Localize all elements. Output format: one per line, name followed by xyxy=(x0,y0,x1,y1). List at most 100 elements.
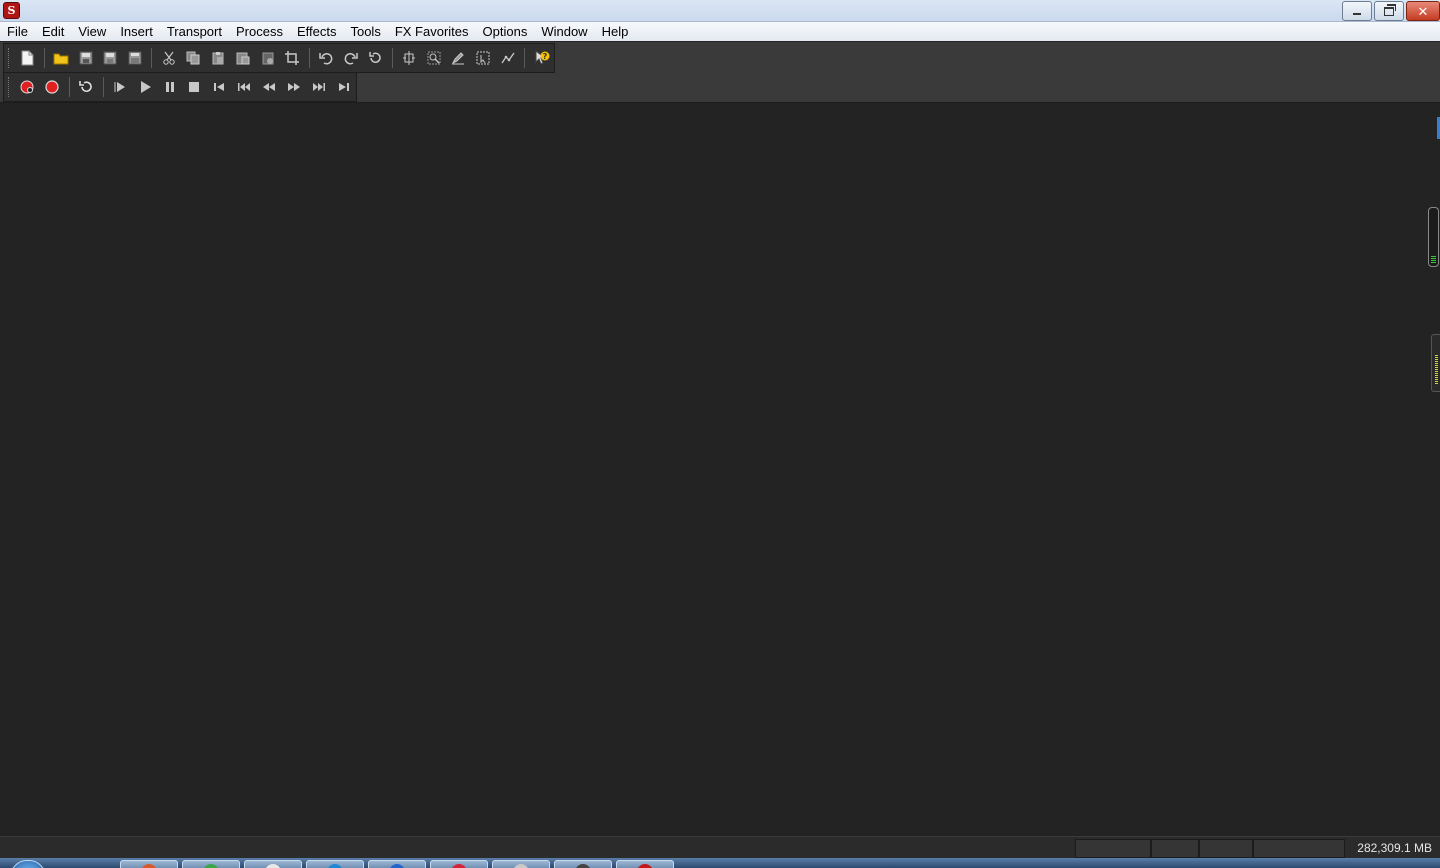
taskbar-app[interactable] xyxy=(368,860,426,868)
menu-help[interactable]: Help xyxy=(595,22,636,41)
play-button[interactable] xyxy=(134,76,156,98)
taskbar-app[interactable] xyxy=(554,860,612,868)
cut-button[interactable] xyxy=(158,47,180,69)
stop-icon xyxy=(187,80,201,94)
record-meter[interactable] xyxy=(1428,207,1439,267)
go-to-end-button[interactable] xyxy=(333,76,355,98)
menu-effects[interactable]: Effects xyxy=(290,22,344,41)
app-icon xyxy=(575,864,591,868)
pencil-tool-button[interactable] xyxy=(448,47,470,69)
taskbar-app[interactable] xyxy=(182,860,240,868)
play-from-cursor-button[interactable] xyxy=(109,76,131,98)
menu-process[interactable]: Process xyxy=(229,22,290,41)
standard-toolbar: ? xyxy=(3,43,555,73)
undo-icon xyxy=(319,51,333,65)
mix-paste-button[interactable] xyxy=(257,47,279,69)
stop-button[interactable] xyxy=(184,76,206,98)
menu-edit[interactable]: Edit xyxy=(35,22,71,41)
menu-file[interactable]: File xyxy=(0,22,35,41)
envelope-tool-icon xyxy=(501,51,515,65)
fast-forward-button[interactable] xyxy=(283,76,305,98)
app-icon xyxy=(389,864,405,868)
save-button[interactable] xyxy=(75,47,97,69)
new-file-button[interactable] xyxy=(16,47,38,69)
taskbar-app[interactable] xyxy=(492,860,550,868)
menu-fx-favorites[interactable]: FX Favorites xyxy=(388,22,476,41)
previous-marker-button[interactable] xyxy=(233,76,255,98)
taskbar-app[interactable] xyxy=(120,860,178,868)
title-bar[interactable]: S ✕ xyxy=(0,0,1440,22)
copy-button[interactable] xyxy=(183,47,205,69)
new-file-icon xyxy=(20,50,34,66)
menu-tools[interactable]: Tools xyxy=(343,22,387,41)
app-logo-icon[interactable]: S xyxy=(3,2,20,19)
status-cell-length xyxy=(1253,839,1345,858)
play-icon xyxy=(138,80,152,94)
taskbar-app[interactable] xyxy=(616,860,674,868)
rewind-button[interactable] xyxy=(258,76,280,98)
go-to-end-icon xyxy=(337,80,351,94)
taskbar-app[interactable] xyxy=(430,860,488,868)
menu-window[interactable]: Window xyxy=(534,22,594,41)
whats-this-help-icon: ? xyxy=(534,50,550,66)
edit-tool-icon xyxy=(402,51,416,65)
minimize-icon xyxy=(1353,13,1361,15)
status-cell-sample-rate xyxy=(1075,839,1151,858)
go-to-start-icon xyxy=(212,80,226,94)
envelope-tool-button[interactable] xyxy=(497,47,519,69)
status-cell-bit-depth xyxy=(1151,839,1199,858)
close-button[interactable]: ✕ xyxy=(1406,1,1440,21)
workspace[interactable] xyxy=(0,103,1440,835)
magnify-tool-button[interactable] xyxy=(423,47,445,69)
paste-special-icon xyxy=(236,51,250,65)
toolbar-separator xyxy=(308,48,310,68)
restore-button[interactable] xyxy=(1374,1,1404,21)
magnify-tool-icon xyxy=(427,51,441,65)
toolbar-grip[interactable] xyxy=(8,77,12,97)
redo-button[interactable] xyxy=(340,47,362,69)
paste-button[interactable] xyxy=(207,47,229,69)
select-tool-button[interactable] xyxy=(472,47,494,69)
taskbar-app[interactable] xyxy=(244,860,302,868)
next-marker-button[interactable] xyxy=(308,76,330,98)
edit-tool-button[interactable] xyxy=(398,47,420,69)
toolbar-grip[interactable] xyxy=(8,48,12,68)
play-meter[interactable] xyxy=(1431,334,1440,392)
record-button[interactable] xyxy=(41,76,63,98)
menu-options[interactable]: Options xyxy=(476,22,535,41)
toolbar-separator xyxy=(102,77,104,97)
minimize-button[interactable] xyxy=(1342,1,1372,21)
toolbar-separator xyxy=(68,77,70,97)
pause-button[interactable] xyxy=(159,76,181,98)
undo-button[interactable] xyxy=(315,47,337,69)
transport-toolbar xyxy=(3,72,357,102)
paste-special-button[interactable] xyxy=(232,47,254,69)
whats-this-help-button[interactable]: ? xyxy=(531,47,553,69)
menu-transport[interactable]: Transport xyxy=(160,22,229,41)
save-all-button[interactable] xyxy=(124,47,146,69)
start-button[interactable] xyxy=(10,860,46,868)
toolbar-separator xyxy=(43,48,45,68)
save-as-button[interactable] xyxy=(100,47,122,69)
open-folder-button[interactable] xyxy=(50,47,72,69)
go-to-start-button[interactable] xyxy=(208,76,230,98)
save-as-icon xyxy=(103,51,117,65)
open-folder-icon xyxy=(53,51,69,65)
menu-insert[interactable]: Insert xyxy=(113,22,160,41)
menu-view[interactable]: View xyxy=(71,22,113,41)
loop-button[interactable] xyxy=(75,76,97,98)
toolbar-separator xyxy=(391,48,393,68)
crop-button[interactable] xyxy=(281,47,303,69)
mix-paste-icon xyxy=(261,51,275,65)
os-taskbar xyxy=(0,858,1440,868)
taskbar-app[interactable] xyxy=(306,860,364,868)
repeat-button[interactable] xyxy=(365,47,387,69)
select-tool-icon xyxy=(476,51,490,65)
save-all-icon xyxy=(128,51,142,65)
menu-bar: File Edit View Insert Transport Process Effect… xyxy=(0,22,1440,41)
record-arm-button[interactable] xyxy=(16,76,38,98)
cut-icon xyxy=(162,51,176,65)
record-arm-icon xyxy=(20,80,34,94)
status-cell-channels xyxy=(1199,839,1253,858)
repeat-icon xyxy=(368,51,382,65)
